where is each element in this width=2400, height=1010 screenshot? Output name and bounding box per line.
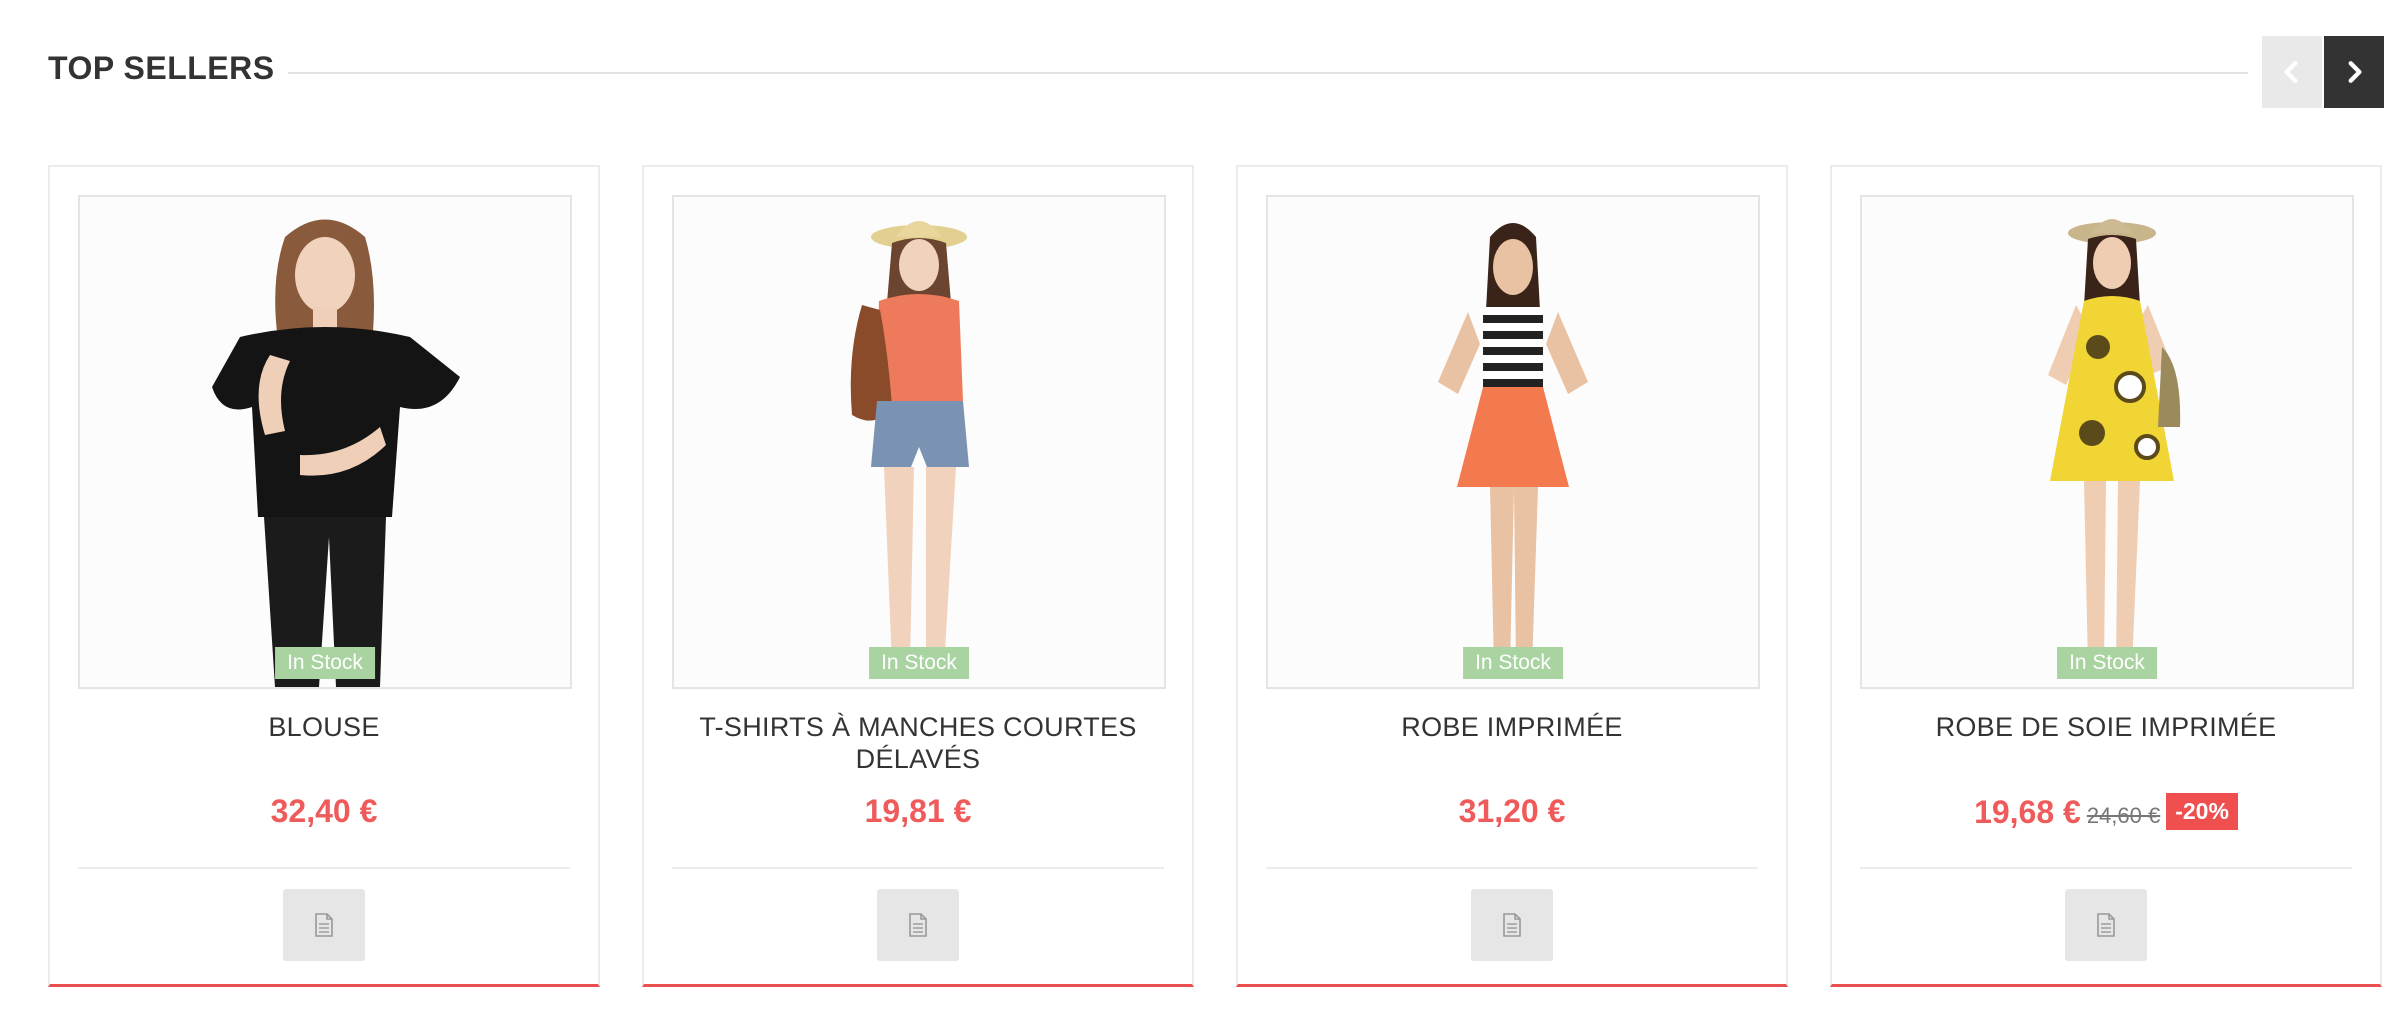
- discount-badge: -20%: [2166, 793, 2238, 830]
- product-card: In Stock ROBE DE SOIE IMPRIMÉE 19,68 €24…: [1830, 165, 2382, 987]
- chevron-right-icon: [2348, 61, 2362, 83]
- product-image[interactable]: In Stock: [1860, 195, 2354, 689]
- card-divider: [1860, 867, 2352, 869]
- view-details-button[interactable]: [2065, 889, 2147, 961]
- product-price: 31,20 €: [1458, 793, 1566, 829]
- product-price: 19,81 €: [864, 793, 972, 829]
- view-details-button[interactable]: [1471, 889, 1553, 961]
- card-divider: [78, 867, 570, 869]
- product-card: In Stock T-SHIRTS À MANCHES COURTES DÉLA…: [642, 165, 1194, 987]
- product-image[interactable]: In Stock: [672, 195, 1166, 689]
- stock-badge: In Stock: [869, 647, 969, 679]
- document-icon: [2097, 913, 2115, 937]
- carousel-prev-button[interactable]: [2262, 36, 2322, 108]
- view-details-button[interactable]: [283, 889, 365, 961]
- product-image[interactable]: In Stock: [1266, 195, 1760, 689]
- card-divider: [672, 867, 1164, 869]
- chevron-left-icon: [2284, 61, 2298, 83]
- product-name[interactable]: T-SHIRTS À MANCHES COURTES DÉLAVÉS: [664, 711, 1172, 775]
- product-card: In Stock BLOUSE 32,40 €: [48, 165, 600, 987]
- price-row: 19,81 €: [644, 793, 1192, 830]
- section-header: TOP SELLERS: [48, 32, 2384, 112]
- carousel-next-button[interactable]: [2324, 36, 2384, 108]
- product-old-price: 24,60 €: [2086, 803, 2161, 828]
- product-name[interactable]: ROBE DE SOIE IMPRIMÉE: [1852, 711, 2360, 743]
- price-row: 32,40 €: [50, 793, 598, 830]
- model-photo-robe-soie: [2048, 219, 2181, 678]
- product-name[interactable]: BLOUSE: [70, 711, 578, 743]
- price-row: 31,20 €: [1238, 793, 1786, 830]
- product-name[interactable]: ROBE IMPRIMÉE: [1258, 711, 1766, 743]
- stock-badge: In Stock: [275, 647, 375, 679]
- model-photo-tshirt: [850, 221, 969, 679]
- card-divider: [1266, 867, 1758, 869]
- document-icon: [315, 913, 333, 937]
- title-divider: [288, 72, 2248, 74]
- document-icon: [1503, 913, 1521, 937]
- model-photo-blouse: [212, 219, 460, 687]
- product-price: 19,68 €: [1974, 794, 2081, 830]
- product-image[interactable]: In Stock: [78, 195, 572, 689]
- stock-badge: In Stock: [2057, 647, 2157, 679]
- product-card: In Stock ROBE IMPRIMÉE 31,20 €: [1236, 165, 1788, 987]
- stock-badge: In Stock: [1463, 647, 1563, 679]
- view-details-button[interactable]: [877, 889, 959, 961]
- model-photo-robe-imprimee: [1438, 223, 1588, 678]
- price-row: 19,68 €24,60 € -20%: [1832, 793, 2380, 831]
- product-price: 32,40 €: [270, 793, 378, 829]
- section-title: TOP SELLERS: [48, 50, 275, 86]
- document-icon: [909, 913, 927, 937]
